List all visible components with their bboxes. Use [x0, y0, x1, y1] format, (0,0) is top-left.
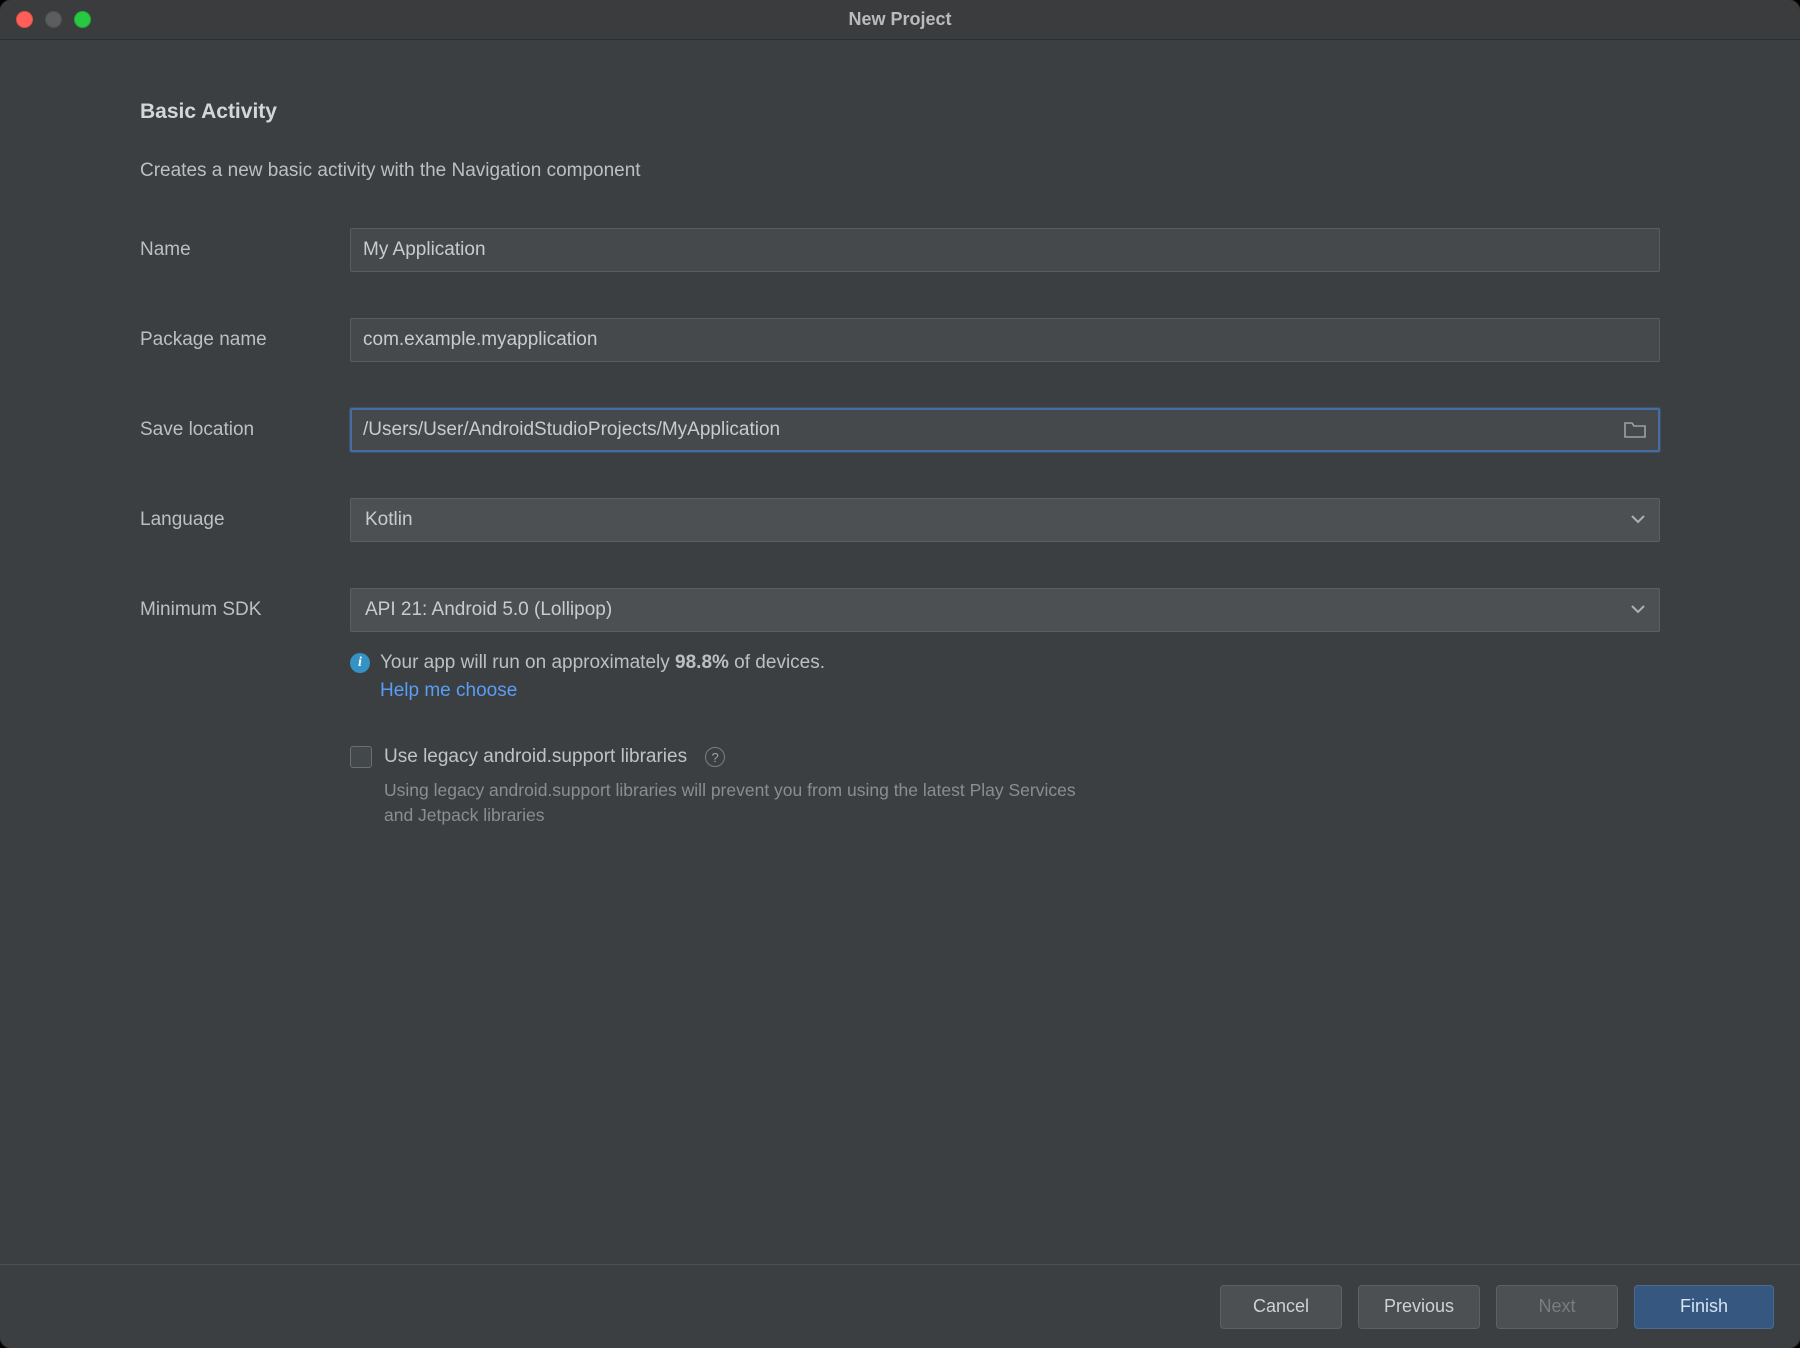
sdk-coverage-info: i Your app will run on approximately 98.… [350, 652, 1660, 674]
minsdk-value: API 21: Android 5.0 (Lollipop) [365, 599, 612, 621]
minsdk-select[interactable]: API 21: Android 5.0 (Lollipop) [350, 588, 1660, 632]
package-input[interactable] [363, 329, 1647, 351]
language-value: Kotlin [365, 509, 413, 531]
location-input[interactable] [363, 419, 1615, 441]
sdk-info-block: i Your app will run on approximately 98.… [350, 652, 1660, 702]
info-pretext: Your app will run on approximately [380, 652, 675, 673]
page-subheading: Creates a new basic activity with the Na… [140, 160, 1660, 182]
browse-folder-icon[interactable] [1623, 420, 1647, 440]
cancel-button[interactable]: Cancel [1220, 1285, 1342, 1329]
legacy-libs-checkbox[interactable] [350, 746, 372, 768]
info-percent: 98.8% [675, 652, 729, 673]
row-name: Name [140, 228, 1660, 272]
page-heading: Basic Activity [140, 100, 1660, 124]
window-maximize-button[interactable] [74, 11, 91, 28]
previous-button[interactable]: Previous [1358, 1285, 1480, 1329]
titlebar: New Project [0, 0, 1800, 40]
label-minsdk: Minimum SDK [140, 599, 350, 621]
legacy-libs-block: Use legacy android.support libraries ? U… [350, 746, 1660, 829]
next-button: Next [1496, 1285, 1618, 1329]
finish-button[interactable]: Finish [1634, 1285, 1774, 1329]
label-location: Save location [140, 419, 350, 441]
row-location: Save location [140, 408, 1660, 452]
form-content: Basic Activity Creates a new basic activ… [0, 40, 1800, 829]
chevron-down-icon [1631, 599, 1645, 621]
window-title: New Project [0, 9, 1800, 30]
label-language: Language [140, 509, 350, 531]
row-minsdk: Minimum SDK API 21: Android 5.0 (Lollipo… [140, 588, 1660, 632]
help-me-choose-link[interactable]: Help me choose [380, 680, 1660, 702]
info-posttext: of devices. [729, 652, 825, 673]
row-language: Language Kotlin [140, 498, 1660, 542]
package-field-wrapper[interactable] [350, 318, 1660, 362]
wizard-footer: Cancel Previous Next Finish [0, 1264, 1800, 1348]
legacy-libs-label: Use legacy android.support libraries [384, 746, 687, 768]
language-select[interactable]: Kotlin [350, 498, 1660, 542]
name-field-wrapper[interactable] [350, 228, 1660, 272]
row-package: Package name [140, 318, 1660, 362]
label-package: Package name [140, 329, 350, 351]
help-icon[interactable]: ? [705, 747, 725, 767]
info-icon: i [350, 653, 370, 673]
name-input[interactable] [363, 239, 1647, 261]
location-field-wrapper[interactable] [350, 408, 1660, 452]
chevron-down-icon [1631, 509, 1645, 531]
traffic-lights [16, 11, 91, 28]
window-close-button[interactable] [16, 11, 33, 28]
label-name: Name [140, 239, 350, 261]
new-project-window: New Project Basic Activity Creates a new… [0, 0, 1800, 1348]
window-minimize-button[interactable] [45, 11, 62, 28]
legacy-libs-note: Using legacy android.support libraries w… [384, 778, 1084, 829]
legacy-libs-row: Use legacy android.support libraries ? [350, 746, 1660, 768]
